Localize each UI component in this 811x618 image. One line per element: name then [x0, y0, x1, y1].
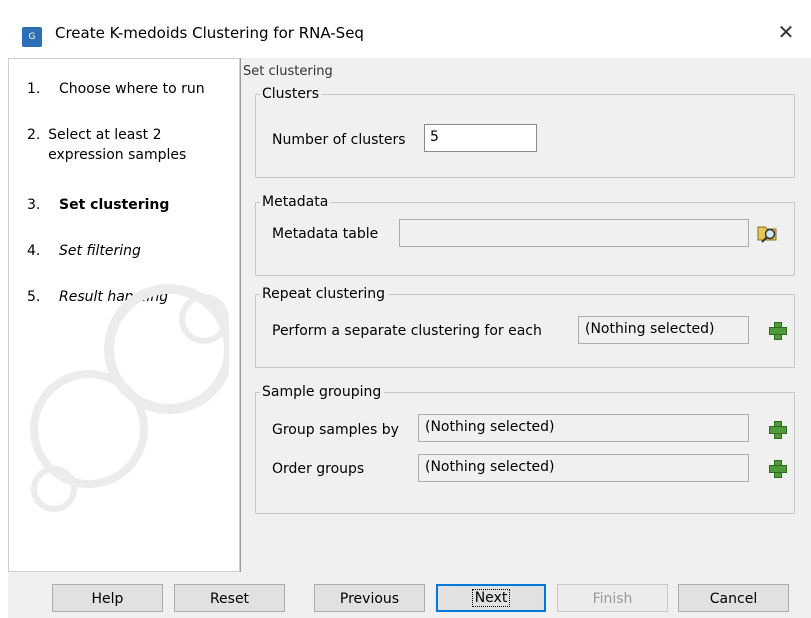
app-icon: G — [22, 27, 42, 47]
number-of-clusters-label: Number of clusters — [272, 132, 406, 148]
metadata-legend: Metadata — [262, 194, 329, 210]
reset-button[interactable]: Reset — [174, 584, 285, 612]
step-set-clustering[interactable]: 3. Set clustering — [27, 195, 169, 215]
browse-icon[interactable] — [757, 223, 779, 243]
cancel-button[interactable]: Cancel — [678, 584, 789, 612]
sample-grouping-group: Sample grouping — [255, 384, 795, 514]
metadata-table-label: Metadata table — [272, 226, 379, 242]
steps-panel: 1. Choose where to run 2. Select at leas… — [8, 58, 240, 572]
clusters-legend: Clusters — [262, 86, 319, 102]
step-choose-where-to-run[interactable]: 1. Choose where to run — [27, 79, 205, 99]
next-button-label: Next — [471, 589, 511, 607]
add-group-plus-icon[interactable] — [769, 421, 787, 439]
sample-grouping-legend: Sample grouping — [262, 384, 382, 400]
settings-panel: Set clustering Clusters Number of cluste… — [240, 58, 811, 572]
wizard-dialog: 1. Choose where to run 2. Select at leas… — [8, 58, 811, 618]
step-set-filtering[interactable]: 4. Set filtering — [27, 241, 141, 261]
step-label: Choose where to run — [59, 81, 205, 97]
title-bar: G Create K-medoids Clustering for RNA-Se… — [0, 0, 811, 58]
number-of-clusters-input[interactable]: 5 — [424, 124, 537, 152]
window-title: Create K-medoids Clustering for RNA-Seq — [55, 24, 364, 42]
metadata-table-field[interactable] — [399, 219, 749, 247]
finish-button: Finish — [557, 584, 668, 612]
order-groups-field[interactable]: (Nothing selected) — [418, 454, 749, 482]
step-label: Set clustering — [59, 197, 170, 213]
help-button[interactable]: Help — [52, 584, 163, 612]
close-icon[interactable]: ✕ — [775, 21, 797, 43]
step-label: Select at least 2 expression samples — [48, 127, 187, 163]
group-samples-by-label: Group samples by — [272, 422, 399, 438]
dna-watermark-icon — [30, 284, 229, 512]
next-button[interactable]: Next — [436, 584, 546, 612]
step-label: Set filtering — [59, 243, 141, 259]
add-order-plus-icon[interactable] — [769, 460, 787, 478]
section-title: Set clustering — [243, 64, 333, 79]
separate-clustering-label: Perform a separate clustering for each — [272, 323, 542, 339]
previous-button[interactable]: Previous — [314, 584, 425, 612]
repeat-clustering-legend: Repeat clustering — [262, 286, 385, 302]
button-bar: Help Reset Previous Next Finish Cancel — [8, 572, 811, 618]
separate-clustering-field[interactable]: (Nothing selected) — [578, 316, 749, 344]
order-groups-label: Order groups — [272, 461, 365, 477]
add-separate-clustering-plus-icon[interactable] — [769, 322, 787, 340]
step-select-samples[interactable]: 2. Select at least 2 expression samples — [27, 125, 217, 165]
group-samples-by-field[interactable]: (Nothing selected) — [418, 414, 749, 442]
